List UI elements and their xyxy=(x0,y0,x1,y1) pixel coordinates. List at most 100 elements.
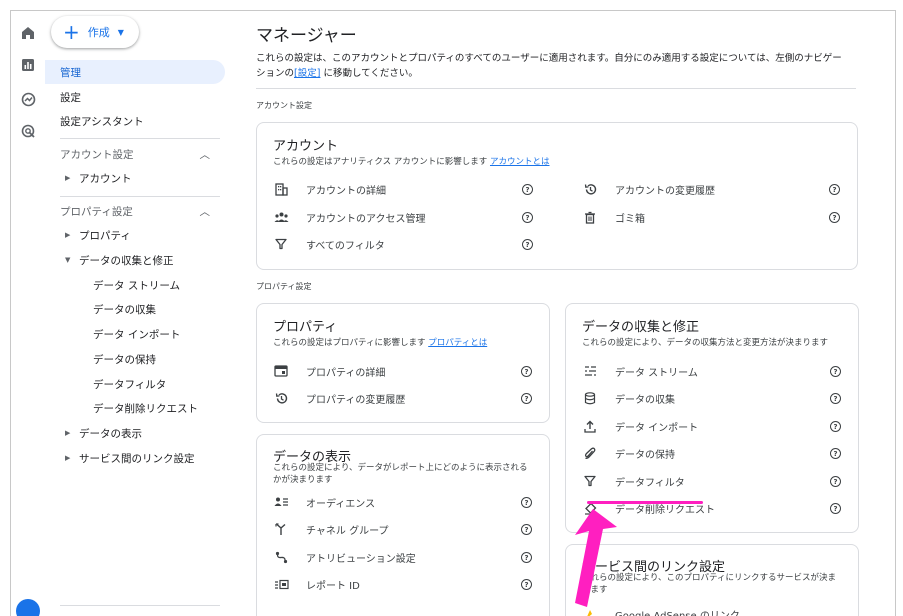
data-display-card: データの表示 これらの設定により、データがレポート上にどのように表示される かが決… xyxy=(256,434,550,616)
nav-divider xyxy=(60,605,220,606)
help-icon[interactable]: ? xyxy=(521,393,532,404)
row-account-history[interactable]: アカウントの変更履歴 xyxy=(582,179,715,199)
nav-item-account[interactable]: ▶ アカウント xyxy=(65,167,132,189)
channel-group-icon xyxy=(273,521,289,537)
building-icon xyxy=(273,181,289,197)
row-property-details[interactable]: プロパティの詳細 xyxy=(273,361,385,381)
nav-section-property[interactable]: プロパティ設定 ︿ xyxy=(60,201,210,221)
help-icon[interactable]: ? xyxy=(830,503,841,514)
nav-subitem[interactable]: データ インポート xyxy=(93,323,180,345)
help-icon[interactable]: ? xyxy=(521,366,532,377)
section-label-account: アカウント設定 xyxy=(256,101,312,110)
data-collection-card: データの収集と修正 これらの設定により、データの収集方法と変更方法が決まります … xyxy=(565,303,859,533)
account-card: アカウント これらの設定はアナリティクス アカウントに影響します アカウントとは… xyxy=(256,122,858,270)
history-icon xyxy=(273,390,289,406)
card-title: データの収集と修正 xyxy=(582,320,700,335)
triangle-right-icon: ▶ xyxy=(65,174,71,182)
row-all-filters[interactable]: すべてのフィルタ xyxy=(273,234,385,254)
attribution-icon xyxy=(273,549,289,565)
row-attribution[interactable]: アトリビューション設定 xyxy=(273,547,416,567)
caret-down-icon: ▼ xyxy=(117,27,124,37)
row-data-retention[interactable]: データの保持 xyxy=(582,443,675,463)
row-channel-group[interactable]: チャネル グループ xyxy=(273,519,388,539)
row-data-filters[interactable]: データフィルタ xyxy=(582,471,685,491)
divider xyxy=(256,88,856,89)
create-label: 作成 xyxy=(87,26,110,39)
highlight-arrow-icon xyxy=(575,509,617,607)
nav-item-assistant[interactable]: 設定アシスタント xyxy=(45,109,144,133)
nav-subitem[interactable]: データ ストリーム xyxy=(93,274,180,296)
filter-icon xyxy=(273,236,289,252)
paperclip-icon xyxy=(582,445,598,461)
trash-icon xyxy=(582,209,598,225)
help-icon[interactable]: ? xyxy=(521,579,532,590)
triangle-right-icon: ▶ xyxy=(65,231,71,239)
nav-divider xyxy=(60,196,220,197)
audience-icon xyxy=(273,494,289,510)
help-icon[interactable]: ? xyxy=(521,552,532,563)
nav-item-admin[interactable]: 管理 xyxy=(45,60,225,84)
row-data-collection[interactable]: データの収集 xyxy=(582,388,675,408)
admin-gear-icon[interactable] xyxy=(16,599,40,616)
highlight-underline xyxy=(587,501,703,504)
nav-item-data-collection[interactable]: ▼ データの収集と修正 xyxy=(65,249,174,271)
row-data-import[interactable]: データ インポート xyxy=(582,416,698,436)
help-icon[interactable]: ? xyxy=(829,212,840,223)
help-icon[interactable]: ? xyxy=(521,497,532,508)
row-property-history[interactable]: プロパティの変更履歴 xyxy=(273,388,405,408)
account-help-link[interactable]: アカウントとは xyxy=(490,157,550,167)
help-icon[interactable]: ? xyxy=(521,524,532,535)
reports-icon[interactable] xyxy=(18,55,38,75)
help-icon[interactable]: ? xyxy=(830,366,841,377)
home-icon[interactable] xyxy=(18,23,38,43)
card-title: アカウント xyxy=(273,139,339,154)
card-description: これらの設定により、このプロパティにリンクするサービスが決ま ります xyxy=(582,573,836,595)
section-label-property: プロパティ設定 xyxy=(256,282,312,291)
page-description: これらの設定は、このアカウントとプロパティのすべてのユーザーに適用されます。自分… xyxy=(256,53,842,79)
card-description: これらの設定により、データがレポート上にどのように表示される かが決まります xyxy=(273,463,528,485)
help-icon[interactable]: ? xyxy=(522,184,533,195)
help-icon[interactable]: ? xyxy=(522,239,533,250)
nav-subitem[interactable]: データフィルタ xyxy=(93,373,166,395)
help-icon[interactable]: ? xyxy=(522,212,533,223)
upload-icon xyxy=(582,418,598,434)
row-data-streams[interactable]: データ ストリーム xyxy=(582,361,698,381)
help-icon[interactable]: ? xyxy=(830,393,841,404)
chevron-up-icon: ︿ xyxy=(199,148,211,161)
property-details-icon xyxy=(273,363,289,379)
explore-icon[interactable] xyxy=(18,89,38,109)
nav-section-account[interactable]: アカウント設定 ︿ xyxy=(60,144,210,164)
nav-item-property[interactable]: ▶ プロパティ xyxy=(65,224,131,246)
database-icon xyxy=(582,390,598,406)
nav-item-settings[interactable]: 設定 xyxy=(45,85,81,109)
help-icon[interactable]: ? xyxy=(830,421,841,432)
card-description: これらの設定はアナリティクス アカウントに影響します アカウントとは xyxy=(273,157,550,167)
row-audience[interactable]: オーディエンス xyxy=(273,492,375,512)
nav-subitem[interactable]: データ削除リクエスト xyxy=(93,397,198,419)
page-title: マネージャー xyxy=(256,26,357,46)
nav-item-data-display[interactable]: ▶ データの表示 xyxy=(65,422,142,444)
row-trash[interactable]: ゴミ箱 xyxy=(582,207,645,227)
row-account-access[interactable]: アカウントのアクセス管理 xyxy=(273,207,426,227)
help-icon[interactable]: ? xyxy=(830,476,841,487)
nav-subitem[interactable]: データの収集 xyxy=(93,298,156,320)
property-card: プロパティ これらの設定はプロパティに影響します プロパティとは プロパティの詳… xyxy=(256,303,550,423)
help-icon[interactable]: ? xyxy=(830,448,841,459)
settings-link[interactable]: [設定] xyxy=(294,68,320,79)
advertising-icon[interactable] xyxy=(18,121,38,141)
create-button[interactable]: + 作成 ▼ xyxy=(51,16,139,48)
app-window: + 作成 ▼ 管理 設定 設定アシスタント アカウント設定 ︿ ▶ アカウント プロ… xyxy=(10,10,896,616)
chevron-up-icon: ︿ xyxy=(199,205,211,218)
history-icon xyxy=(582,181,598,197)
nav-item-service-links[interactable]: ▶ サービス間のリンク設定 xyxy=(65,447,195,469)
left-rail xyxy=(11,11,45,616)
help-icon[interactable]: ? xyxy=(829,184,840,195)
property-help-link[interactable]: プロパティとは xyxy=(428,338,487,348)
nav-subitem[interactable]: データの保持 xyxy=(93,348,156,370)
row-account-details[interactable]: アカウントの詳細 xyxy=(273,179,386,199)
people-icon xyxy=(273,209,289,225)
card-description: これらの設定により、データの収集方法と変更方法が決まります xyxy=(582,338,828,348)
row-report-id[interactable]: レポート ID xyxy=(273,574,360,594)
data-streams-icon xyxy=(582,363,598,379)
report-id-icon xyxy=(273,576,289,592)
